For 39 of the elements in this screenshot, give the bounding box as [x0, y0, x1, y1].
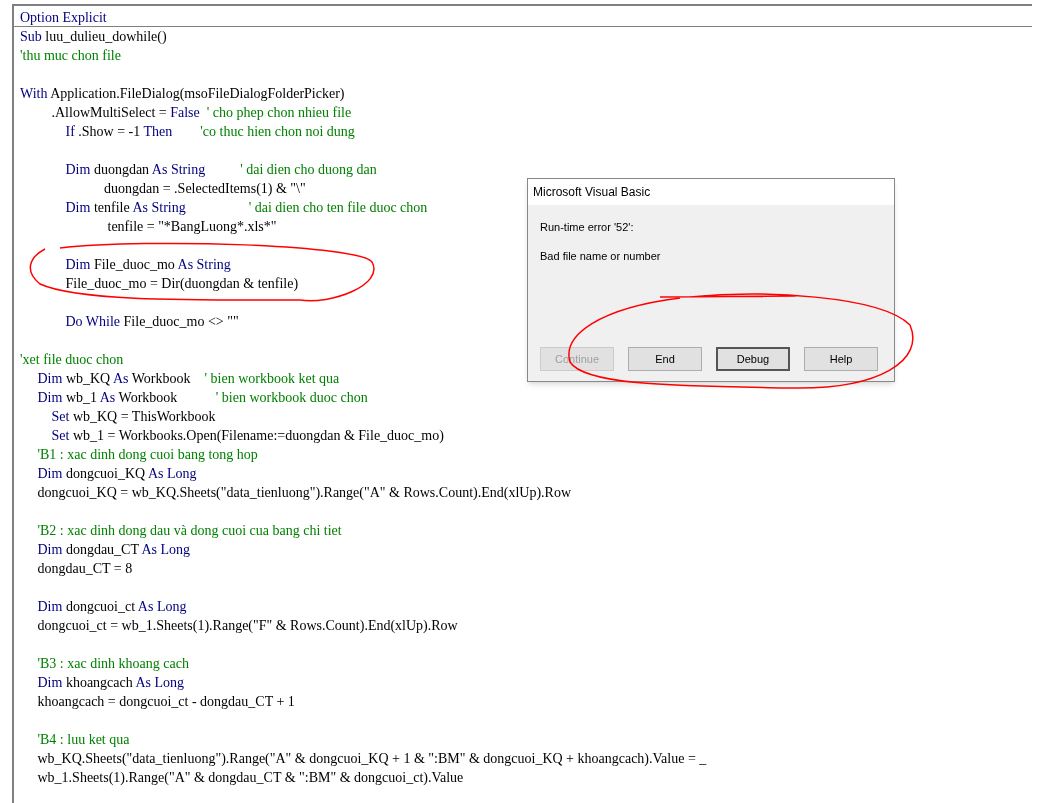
code-line: 'B3 : xac dinh khoang cach [36, 655, 189, 673]
code-line: Dim wb_KQ As Workbook ' bien workbook ket qua [36, 370, 340, 388]
code-line: dongdau_CT = 8 [36, 560, 133, 578]
code-line: dongcuoi_ct = wb_1.Sheets(1).Range("F" & Rows.Count).End(xlUp).Row [36, 617, 458, 635]
code-line: Dim dongcuoi_KQ As Long [36, 465, 197, 483]
code-line: dongcuoi_KQ = wb_KQ.Sheets("data_tienluong").Range("A" & Rows.Count).End(xlUp).Row [36, 484, 572, 502]
code-line: tenfile = "*BangLuong*.xls*" [106, 218, 277, 236]
code-line: duongdan = .SelectedItems(1) & "\" [103, 180, 306, 198]
dialog-button[interactable]: End [628, 347, 702, 371]
code-line: Set wb_KQ = ThisWorkbook [50, 408, 216, 426]
dialog-title: Microsoft Visual Basic [533, 184, 651, 201]
code-line: .AllowMultiSelect = False ' cho phep chon nhieu file [50, 104, 352, 122]
code-line: If .Show = -1 Then 'co thuc hien chon noi dung [64, 123, 355, 141]
code-line: wb_KQ.Sheets("data_tienluong").Range("A" & dongcuoi_KQ + 1 & ":BM" & dongcuoi_KQ + khoangcach).Value = _ [36, 750, 707, 768]
code-line: Do While File_duoc_mo <> "" [64, 313, 239, 331]
code-line: Dim tenfile As String ' dai dien cho ten file duoc chon [64, 199, 428, 217]
code-line: 'B2 : xac dinh dong dau và dong cuoi cua bang chi tiet [36, 522, 342, 540]
code-line: Dim khoangcach As Long [36, 674, 185, 692]
code-line: Set wb_1 = Workbooks.Open(Filename:=duongdan & File_duoc_mo) [50, 427, 444, 445]
code-line: Option Explicit [14, 8, 1032, 27]
code-line: Dim File_duoc_mo As String [64, 256, 231, 274]
code-line: Dim dongdau_CT As Long [36, 541, 191, 559]
code-line: Dim duongdan As String ' dai dien cho duong dan [64, 161, 377, 179]
code-line: 'B4 : luu ket qua [36, 731, 130, 749]
code-line: 'B1 : xac dinh dong cuoi bang tong hop [36, 446, 258, 464]
dialog-button[interactable]: Debug [716, 347, 790, 371]
code-editor[interactable] [12, 4, 1032, 803]
code-line: Sub luu_dulieu_dowhile() [19, 28, 167, 46]
error-message: Bad file name or number [540, 248, 662, 264]
code-line: Dim dongcuoi_ct As Long [36, 598, 187, 616]
dialog-button[interactable]: Help [804, 347, 878, 371]
code-line: khoangcach = dongcuoi_ct - dongdau_CT + 1 [36, 693, 295, 711]
code-line: Dim wb_1 As Workbook ' bien workbook duoc chon [36, 389, 368, 407]
code-line: 'thu muc chon file [19, 47, 121, 65]
code-line: wb_1.Sheets(1).Range("A" & dongdau_CT & ":BM" & dongcuoi_ct).Value [36, 769, 464, 787]
code-line: File_duoc_mo = Dir(duongdan & tenfile) [64, 275, 299, 293]
error-code: Run-time error '52': [540, 220, 635, 235]
code-line: 'xet file duoc chon [19, 351, 124, 369]
code-line: With Application.FileDialog(msoFileDialogFolderPicker) [19, 85, 345, 103]
